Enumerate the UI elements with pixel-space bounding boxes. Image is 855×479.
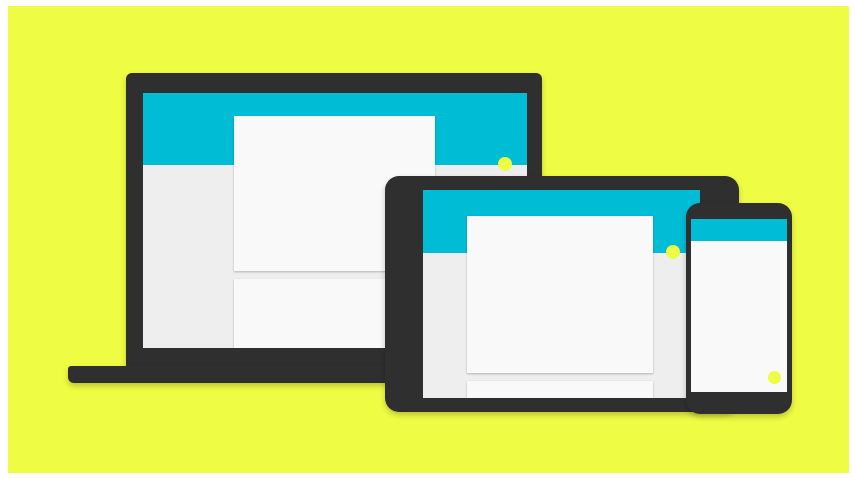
laptop-fab-icon bbox=[498, 157, 512, 171]
phone-fab-icon bbox=[768, 371, 781, 384]
tablet-content-card bbox=[467, 381, 653, 398]
phone-screen bbox=[691, 219, 787, 392]
tablet-screen bbox=[423, 190, 700, 398]
tablet-content-card bbox=[467, 216, 653, 373]
tablet-fab-icon bbox=[666, 245, 680, 259]
phone-app-toolbar bbox=[691, 219, 787, 241]
material-devices-illustration bbox=[8, 6, 849, 473]
